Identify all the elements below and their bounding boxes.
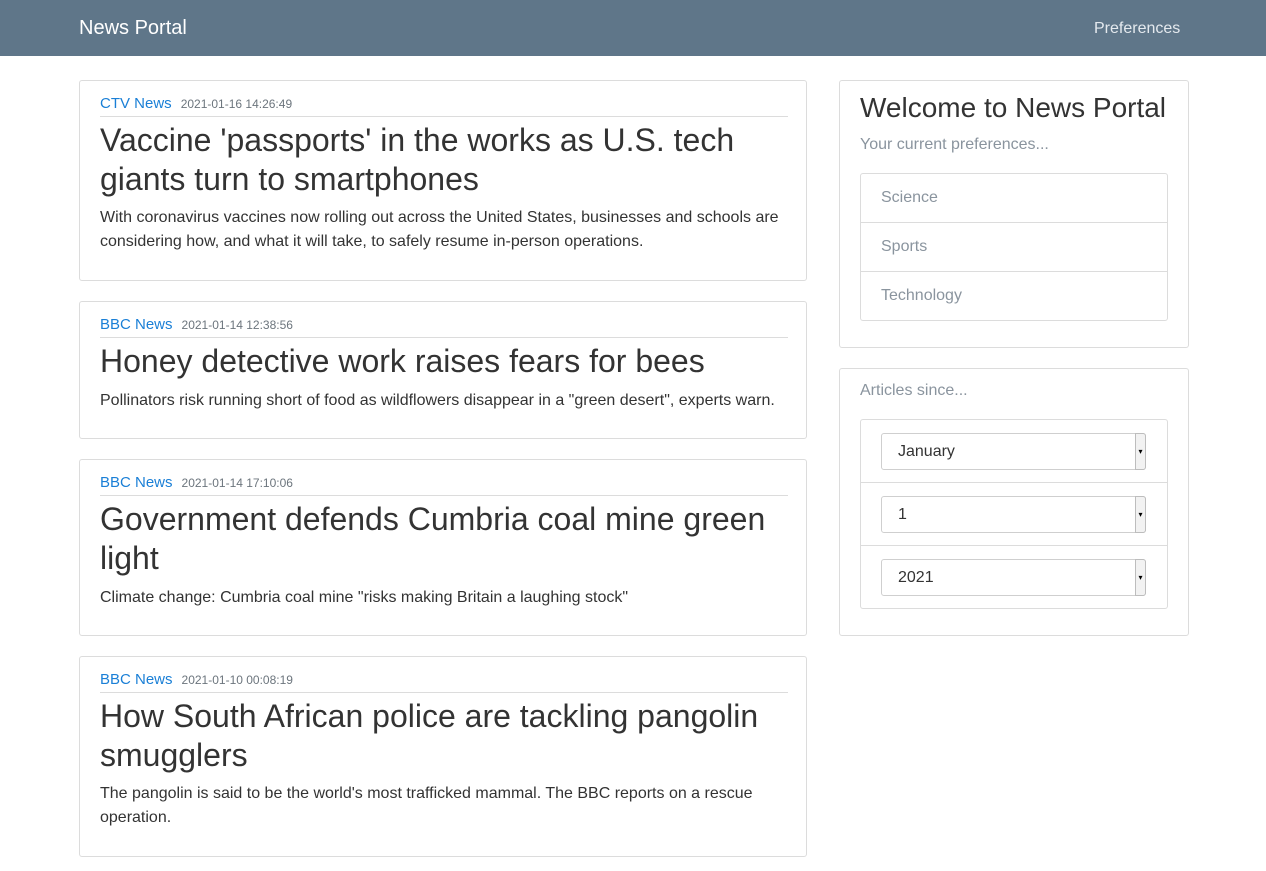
year-select-value: 2021 (898, 569, 934, 586)
article-card: CTV News 2021-01-16 14:26:49 Vaccine 'pas… (79, 80, 807, 281)
preferences-subtitle: Your current preferences... (860, 136, 1049, 153)
date-select-list: January ▾ 1 ▾ 2021 ▾ (860, 419, 1168, 609)
welcome-title: Welcome to News Portal (860, 92, 1167, 123)
preference-item-technology[interactable]: Technology (861, 272, 1167, 321)
article-meta: BBC News 2021-01-10 00:08:19 (100, 671, 788, 693)
articles-since-label: Articles since... (860, 382, 968, 399)
article-headline[interactable]: Vaccine 'passports' in the works as U.S.… (100, 121, 788, 199)
welcome-panel: Welcome to News Portal Your current pref… (839, 80, 1189, 348)
article-date: 2021-01-14 17:10:06 (181, 476, 293, 490)
article-headline[interactable]: How South African police are tackling pa… (100, 697, 788, 775)
brand-link[interactable]: News Portal (79, 16, 187, 40)
article-headline[interactable]: Government defends Cumbria coal mine gre… (100, 500, 788, 578)
day-select-value: 1 (898, 506, 907, 523)
article-headline[interactable]: Honey detective work raises fears for be… (100, 342, 788, 381)
article-card: BBC News 2021-01-10 00:08:19 How South Af… (79, 656, 807, 857)
month-row: January ▾ (861, 420, 1167, 483)
article-source-link[interactable]: CTV News (100, 95, 172, 112)
article-date: 2021-01-16 14:26:49 (180, 97, 293, 111)
chevron-down-icon[interactable]: ▾ (1135, 496, 1146, 533)
navbar: News Portal Preferences (0, 0, 1266, 56)
article-date: 2021-01-10 00:08:19 (181, 673, 293, 687)
articles-since-panel: Articles since... January ▾ 1 ▾ 2021 ▾ (839, 368, 1189, 636)
article-card: BBC News 2021-01-14 12:38:56 Honey detect… (79, 301, 807, 439)
day-select[interactable]: 1 ▾ (881, 496, 1146, 533)
article-summary: Climate change: Cumbria coal mine "risks… (100, 589, 629, 606)
chevron-down-icon[interactable]: ▾ (1135, 433, 1146, 470)
preferences-list: Science Sports Technology (860, 173, 1168, 321)
article-card: BBC News 2021-01-14 17:10:06 Government d… (79, 459, 807, 636)
article-source-link[interactable]: BBC News (100, 474, 173, 491)
year-row: 2021 ▾ (861, 546, 1167, 609)
article-source-link[interactable]: BBC News (100, 671, 173, 688)
article-meta: BBC News 2021-01-14 17:10:06 (100, 474, 788, 496)
article-summary: Pollinators risk running short of food a… (100, 392, 775, 409)
month-select[interactable]: January ▾ (881, 433, 1146, 470)
article-summary: With coronavirus vaccines now rolling ou… (100, 209, 779, 250)
month-select-value: January (898, 443, 955, 460)
article-summary: The pangolin is said to be the world's m… (100, 785, 753, 826)
article-source-link[interactable]: BBC News (100, 316, 173, 333)
article-date: 2021-01-14 12:38:56 (181, 318, 293, 332)
day-row: 1 ▾ (861, 483, 1167, 546)
preference-item-sports[interactable]: Sports (861, 223, 1167, 272)
preference-item-science[interactable]: Science (861, 174, 1167, 223)
article-meta: BBC News 2021-01-14 12:38:56 (100, 316, 788, 338)
article-meta: CTV News 2021-01-16 14:26:49 (100, 95, 788, 117)
preferences-link[interactable]: Preferences (1094, 19, 1180, 39)
year-select[interactable]: 2021 ▾ (881, 559, 1146, 596)
chevron-down-icon[interactable]: ▾ (1135, 559, 1146, 596)
